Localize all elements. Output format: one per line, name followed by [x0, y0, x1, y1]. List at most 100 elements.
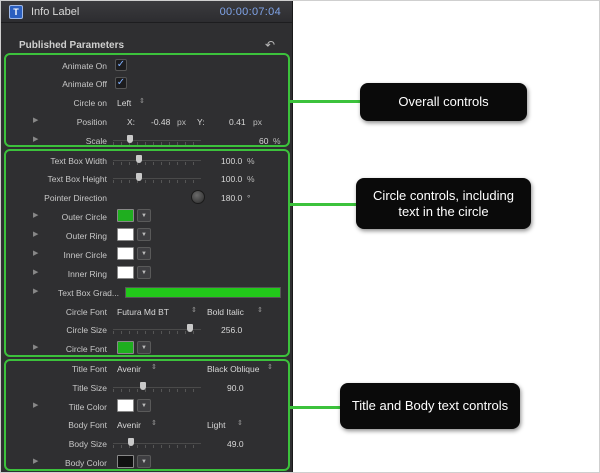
title-size-slider[interactable] [113, 387, 201, 388]
text-generator-icon: T [9, 5, 23, 19]
text-box-height-slider[interactable] [113, 178, 201, 179]
chevron-down-icon[interactable]: ▼ [137, 209, 151, 222]
pointer-direction-unit: ° [247, 193, 251, 203]
title-color-label: Title Color [68, 402, 107, 412]
pointer-direction-dial[interactable] [191, 190, 205, 204]
circle-size-value[interactable]: 256.0 [221, 325, 242, 335]
circle-controls-connector [290, 203, 356, 206]
scale-value[interactable]: 60 [259, 136, 268, 146]
animate-on-label: Animate On [62, 61, 107, 71]
chevron-down-icon[interactable]: ▼ [137, 341, 151, 354]
title-font-family-popup[interactable]: Avenir [117, 364, 141, 374]
circle-font-label: Circle Font [65, 307, 107, 317]
chevron-updown-icon: ⇕ [139, 98, 145, 105]
clip-title: Info Label [31, 6, 80, 18]
inspector-panel: T Info Label 00:00:07:04 Published Param… [1, 1, 293, 472]
pointer-direction-label: Pointer Direction [44, 193, 107, 203]
body-color-row: ▶ Body Color ▼ [1, 454, 292, 472]
animate-off-row: Animate Off ✓ [1, 75, 292, 93]
circle-on-popup[interactable]: Left [117, 98, 131, 108]
text-box-width-value[interactable]: 100.0 [221, 156, 242, 166]
chevron-updown-icon: ⇕ [151, 364, 157, 371]
circle-font-family-popup[interactable]: Futura Md BT [117, 307, 169, 317]
circle-controls-callout: Circle controls, including text in the c… [356, 178, 531, 229]
title-font-row: Title Font Avenir ⇕ Black Oblique ⇕ [1, 360, 292, 378]
disclosure-triangle-icon[interactable]: ▶ [33, 287, 38, 295]
title-size-label: Title Size [72, 383, 107, 393]
outer-circle-color-swatch[interactable] [117, 209, 134, 222]
chevron-down-icon[interactable]: ▼ [137, 266, 151, 279]
scale-slider-ticks [113, 142, 201, 145]
inspector-titlebar: T Info Label 00:00:07:04 [1, 1, 292, 23]
text-box-width-unit: % [247, 156, 255, 166]
title-size-value[interactable]: 90.0 [227, 383, 244, 393]
position-x-label: X: [127, 117, 136, 127]
circle-font-style-popup[interactable]: Bold Italic [207, 307, 244, 317]
circle-font-color-swatch[interactable] [117, 341, 134, 354]
text-box-width-slider-knob[interactable] [136, 155, 142, 163]
disclosure-triangle-icon[interactable]: ▶ [33, 401, 38, 409]
title-font-label: Title Font [71, 364, 107, 374]
body-color-swatch[interactable] [117, 455, 134, 468]
title-font-style-popup[interactable]: Black Oblique [207, 364, 259, 374]
text-box-height-label: Text Box Height [47, 174, 107, 184]
chevron-down-icon[interactable]: ▼ [137, 399, 151, 412]
position-y-value[interactable]: 0.41 [229, 117, 246, 127]
title-size-row: Title Size 90.0 [1, 379, 292, 397]
text-box-height-value[interactable]: 100.0 [221, 174, 242, 184]
text-box-height-slider-knob[interactable] [136, 173, 142, 181]
animate-off-checkbox[interactable]: ✓ [115, 77, 127, 89]
position-row: ▶ Position X: -0.48 px Y: 0.41 px [1, 113, 292, 131]
disclosure-triangle-icon[interactable]: ▶ [33, 230, 38, 238]
body-color-label: Body Color [64, 458, 107, 468]
body-font-family-popup[interactable]: Avenir [117, 420, 141, 430]
chevron-down-icon[interactable]: ▼ [137, 228, 151, 241]
body-font-style-popup[interactable]: Light [207, 420, 225, 430]
disclosure-triangle-icon[interactable]: ▶ [33, 343, 38, 351]
animate-on-checkbox[interactable]: ✓ [115, 59, 127, 71]
disclosure-triangle-icon[interactable]: ▶ [33, 249, 38, 257]
circle-size-row: Circle Size 256.0 [1, 321, 292, 339]
inner-circle-color-swatch[interactable] [117, 247, 134, 260]
body-size-label: Body Size [68, 439, 107, 449]
body-size-slider-knob[interactable] [128, 438, 134, 446]
outer-ring-label: Outer Ring [65, 231, 107, 241]
pointer-direction-value[interactable]: 180.0 [221, 193, 242, 203]
text-box-width-row: Text Box Width 100.0 % [1, 152, 292, 170]
pointer-direction-row: Pointer Direction 180.0 ° [1, 189, 292, 207]
inner-circle-row: ▶ Inner Circle ▼ [1, 246, 292, 264]
reset-icon[interactable]: ↶ [265, 38, 275, 52]
animate-on-row: Animate On ✓ [1, 57, 292, 75]
outer-ring-color-swatch[interactable] [117, 228, 134, 241]
disclosure-triangle-icon[interactable]: ▶ [33, 116, 38, 124]
title-size-slider-knob[interactable] [140, 382, 146, 390]
circle-font-color-label: Circle Font [65, 344, 107, 354]
disclosure-triangle-icon[interactable]: ▶ [33, 457, 38, 465]
position-x-value[interactable]: -0.48 [151, 117, 170, 127]
chevron-down-icon[interactable]: ▼ [137, 247, 151, 260]
body-size-slider[interactable] [113, 443, 201, 444]
position-label: Position [76, 117, 107, 127]
title-color-swatch[interactable] [117, 399, 134, 412]
circle-font-color-row: ▶ Circle Font ▼ [1, 340, 292, 358]
timecode: 00:00:07:04 [219, 6, 281, 18]
disclosure-triangle-icon[interactable]: ▶ [33, 135, 38, 143]
body-size-value[interactable]: 49.0 [227, 439, 244, 449]
circle-size-slider-knob[interactable] [187, 324, 193, 332]
text-box-height-slider-ticks [113, 180, 201, 183]
title-color-row: ▶ Title Color ▼ [1, 398, 292, 416]
text-box-gradient-row: ▶ Text Box Grad... [1, 284, 292, 302]
animate-off-label: Animate Off [62, 79, 107, 89]
text-box-width-slider[interactable] [113, 160, 201, 161]
text-box-gradient-bar[interactable] [125, 287, 281, 298]
scale-slider-knob[interactable] [127, 135, 133, 143]
chevron-down-icon[interactable]: ▼ [137, 455, 151, 468]
circle-font-row: Circle Font Futura Md BT ⇕ Bold Italic ⇕ [1, 303, 292, 321]
title-size-slider-ticks [113, 389, 201, 392]
text-controls-connector [290, 406, 340, 409]
disclosure-triangle-icon[interactable]: ▶ [33, 211, 38, 219]
inner-ring-color-swatch[interactable] [117, 266, 134, 279]
outer-circle-label: Outer Circle [61, 212, 107, 222]
inner-circle-label: Inner Circle [63, 250, 107, 260]
disclosure-triangle-icon[interactable]: ▶ [33, 268, 38, 276]
